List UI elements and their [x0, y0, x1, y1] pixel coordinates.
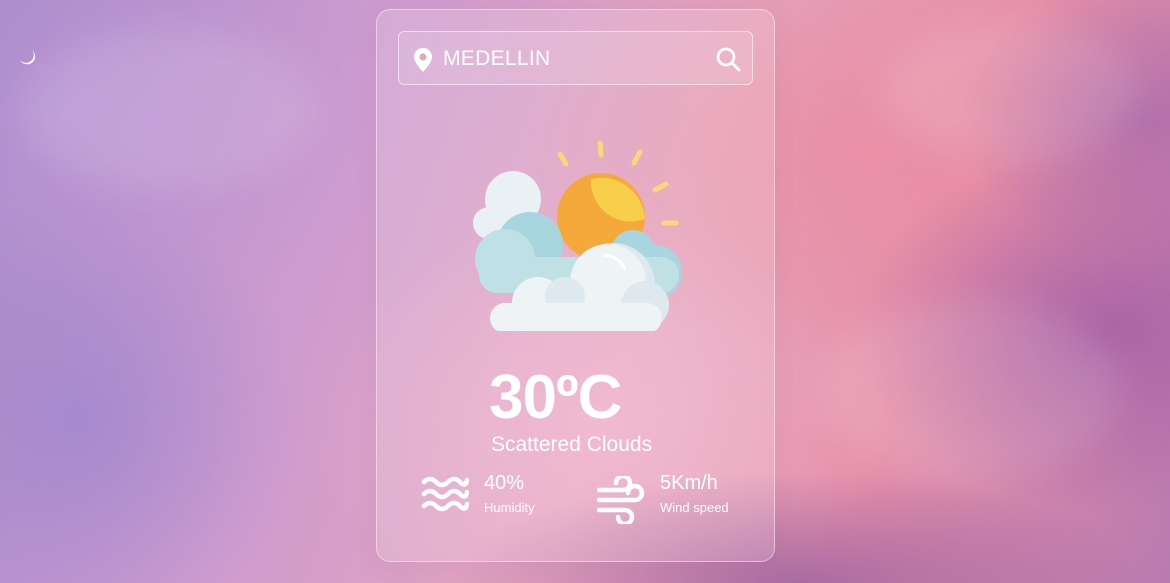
weather-details: 40% Humidity 5Km/h Wind speed: [377, 472, 774, 532]
moon-icon: [20, 50, 36, 65]
weather-description: Scattered Clouds: [491, 433, 653, 456]
humidity-value: 40%: [484, 472, 525, 494]
wind-label: Wind speed: [660, 500, 729, 515]
weather-card: 30ºC Scattered Clouds 40% Humidity: [376, 9, 775, 562]
background-cloud: [820, 300, 1120, 480]
wind-icon: [597, 476, 645, 524]
background-cloud: [20, 30, 320, 190]
search-icon[interactable]: [715, 46, 741, 72]
temperature-value: 30ºC: [489, 363, 622, 432]
wind-value: 5Km/h: [660, 472, 718, 494]
map-pin-icon: [414, 48, 432, 72]
background-cloud: [880, 20, 1140, 160]
sun-behind-clouds-icon: [473, 140, 682, 331]
search-box: [398, 31, 753, 85]
search-input[interactable]: [443, 45, 703, 73]
humidity-waves-icon: [421, 476, 469, 512]
humidity-label: Humidity: [484, 500, 535, 515]
